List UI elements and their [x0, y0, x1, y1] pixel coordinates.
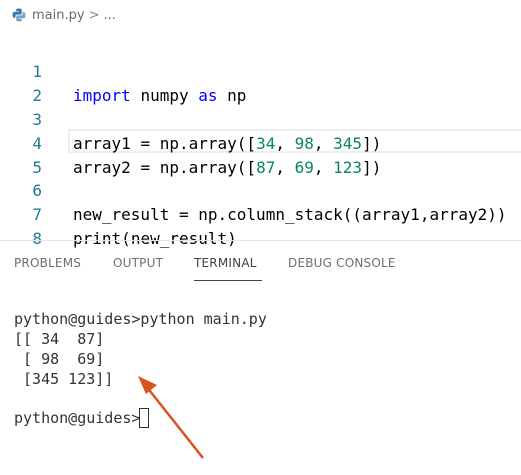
code-line: 3 array1 = np.array([34, 98, 345])	[0, 84, 521, 153]
line-number: 8	[32, 229, 42, 248]
breadcrumb-more[interactable]: ...	[103, 8, 115, 23]
code-line: 7 print(new_result)	[0, 179, 521, 248]
tab-debug-console[interactable]: DEBUG CONSOLE	[288, 256, 396, 270]
breadcrumb-separator: >	[88, 7, 100, 23]
code-line: 8	[0, 203, 521, 248]
terminal-line: python@guides>python main.py	[14, 310, 267, 328]
breadcrumb: main.py > ...	[0, 0, 521, 30]
python-file-icon	[12, 8, 26, 22]
tab-output[interactable]: OUTPUT	[113, 256, 163, 270]
code-text: print(new_result)	[73, 229, 237, 248]
terminal-line: [345 123]]	[14, 370, 114, 388]
terminal-line: [[ 34 87]	[14, 330, 105, 348]
code-line: 6 new_result = np.column_stack((array1,a…	[0, 155, 521, 224]
code-line: 1 import numpy as np	[0, 36, 521, 105]
tab-problems[interactable]: PROBLEMS	[14, 256, 81, 270]
terminal-prompt: python@guides>	[14, 409, 141, 427]
panel-tabs: PROBLEMS OUTPUT TERMINAL DEBUG CONSOLE	[0, 250, 521, 280]
panel-divider	[0, 240, 521, 241]
active-tab-indicator	[194, 280, 262, 281]
terminal-cursor	[139, 408, 149, 428]
code-line: 2	[0, 60, 521, 105]
terminal-line: [ 98 69]	[14, 350, 105, 368]
code-line: 4 array2 = np.array([87, 69, 123])	[0, 108, 521, 177]
breadcrumb-file[interactable]: main.py	[32, 8, 85, 23]
tab-terminal[interactable]: TERMINAL	[194, 256, 257, 270]
code-editor[interactable]: 1 import numpy as np 2 3 array1 = np.arr…	[0, 33, 521, 248]
code-line: 5	[0, 132, 521, 177]
